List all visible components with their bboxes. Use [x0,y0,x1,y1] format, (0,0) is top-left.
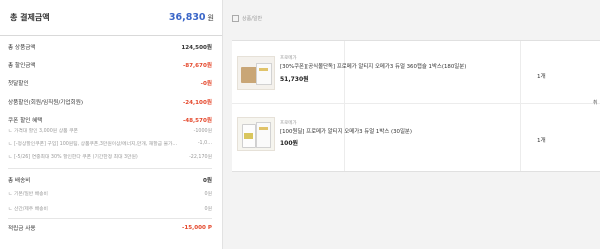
payment-summary-panel: 총 결제금액 36,830 원 총 상품금액 124,500원 총 할인금액 -87,… [0,0,223,249]
order-items-panel: 프로메가 [30%쿠폰][공식몰단독] 프로메가 알티지 오메가3 듀얼 360… [232,40,600,172]
summary-row-discount-total: 총 할인금액 -87,670원 [8,63,212,69]
summary-subrow-shipping-remote: ㄴ 산간/제주 배송비 0원 [8,206,212,212]
product-name[interactable]: [100원딜] 프로메가 알티지 오메가3 듀얼 1박스 (30일분) [280,127,412,135]
total-payment-amount: 36,830 원 [168,12,214,23]
product-price: 100원 [280,140,299,147]
summary-row-first-month-discount: 첫달할인 -0원 [8,81,212,87]
product-filter[interactable]: 상품/일반 [232,12,292,24]
product-price: 51,730원 [280,76,309,83]
row-divider [232,103,600,104]
product-thumbnail[interactable] [237,117,275,151]
product-name[interactable]: [30%쿠폰][공식몰단독] 프로메가 알티지 오메가3 듀얼 360캡슐 1박… [280,62,466,70]
summary-subrow-coupon-1: ㄴ 가격대 할인 3,000원 상품 쿠폰 -1000원 [8,128,212,134]
filter-checkbox-icon[interactable] [232,14,239,22]
product-quantity: 1개 [537,74,546,80]
summary-row-points-used: 적립금 사용 -15,000 P [8,225,212,232]
summary-divider-2 [8,218,212,219]
cancel-button[interactable]: 취 [593,99,598,106]
summary-row-product-total: 총 상품금액 124,500원 [8,45,212,51]
summary-subrow-coupon-2: ㄴ [-정상할인쿠폰] 구입] 100원팀, 상품쿠폰,3만원이상/에너지,만개… [8,140,212,147]
summary-divider [8,168,212,169]
summary-row-product-discount: 상품할인(회원/임직원/기업회원) -24,100원 [8,100,212,106]
product-brand: 프로메가 [280,121,297,126]
summary-row-shipping-total: 총 배송비 0원 [8,178,212,184]
column-divider [344,41,345,171]
product-quantity: 1개 [537,138,546,144]
total-payment-title: 총 결제금액 [10,13,50,22]
summary-subrow-shipping-basic: ㄴ 기본/일반 배송비 0원 [8,191,212,197]
total-payment-header: 총 결제금액 36,830 원 [0,0,222,36]
summary-subrow-coupon-3: ㄴ [-5/26] 연중최대 30% 할인한다 쿠폰 (기간한정 최대 3만원)… [8,154,212,160]
column-divider [520,41,521,171]
product-brand: 프로메가 [280,56,297,61]
product-thumbnail[interactable] [237,56,275,90]
filter-label: 상품/일반 [242,15,263,22]
